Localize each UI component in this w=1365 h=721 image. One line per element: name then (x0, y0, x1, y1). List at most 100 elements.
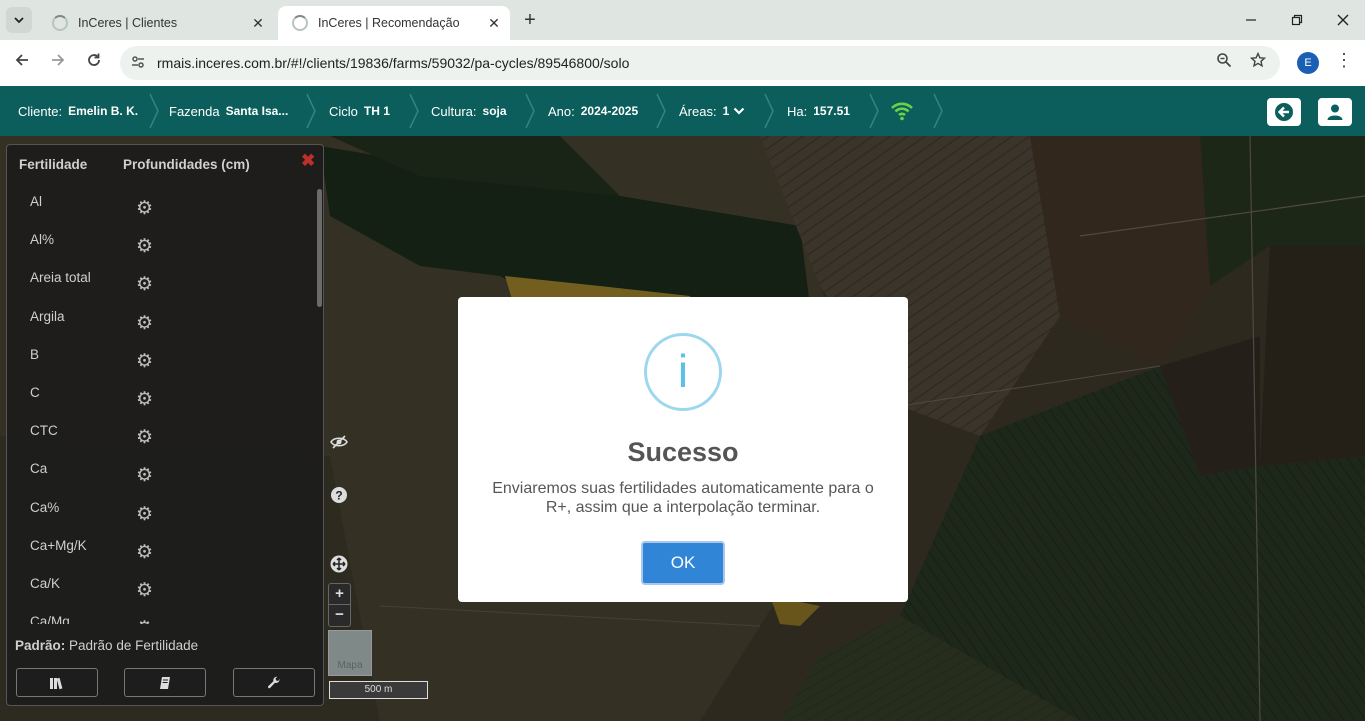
zoom-icon[interactable] (1216, 52, 1232, 73)
breadcrumb-separator (932, 86, 944, 136)
areas-dropdown[interactable]: Áreas: 1 (679, 86, 745, 136)
new-tab-button[interactable]: + (518, 9, 542, 32)
item-label: Ca (30, 461, 48, 477)
pan-button[interactable] (328, 553, 350, 575)
zoom-control: + − (328, 583, 351, 627)
list-item: Ca/K ⚙ (7, 571, 317, 609)
breadcrumb-cliente[interactable]: Cliente: Emelin B. K. (18, 86, 138, 136)
breadcrumb-separator (868, 86, 880, 136)
kebab-menu-icon[interactable]: ⋮ (1335, 50, 1353, 71)
forward-button[interactable] (46, 51, 70, 75)
arrow-left-icon (15, 54, 28, 66)
svg-text:?: ? (335, 489, 342, 503)
back-app-button[interactable] (1267, 98, 1301, 126)
close-tab-icon[interactable]: ✕ (484, 15, 504, 32)
tab-recomendacao[interactable]: InCeres | Recomendação ✕ (278, 6, 510, 40)
browser-tab-strip: InCeres | Clientes ✕ InCeres | Recomenda… (0, 0, 1365, 40)
gear-icon[interactable]: ⚙ (136, 352, 153, 371)
ok-button[interactable]: OK (641, 541, 725, 585)
site-settings-icon[interactable] (130, 54, 146, 73)
breadcrumb-separator (524, 86, 536, 136)
star-icon[interactable] (1249, 51, 1267, 73)
gear-icon[interactable]: ⚙ (136, 505, 153, 524)
tab-title: InCeres | Clientes (78, 16, 178, 30)
panel-scrollbar[interactable] (317, 189, 322, 307)
ha-value: 157.51 (813, 104, 850, 118)
item-label: Al (30, 194, 43, 209)
loading-icon (292, 15, 308, 31)
ano-value: 2024-2025 (580, 104, 639, 118)
eye-slash-icon (330, 435, 348, 449)
padrao-label: Padrão: (15, 638, 66, 653)
profundidades-header: Profundidades (cm) (123, 157, 250, 172)
list-item: B ⚙ (7, 342, 317, 380)
tab-clientes[interactable]: InCeres | Clientes ✕ (38, 6, 274, 40)
address-bar[interactable]: rmais.inceres.com.br/#!/clients/19836/fa… (120, 46, 1280, 80)
list-item: CTC ⚙ (7, 418, 317, 456)
breadcrumb-ciclo[interactable]: Ciclo TH 1 (329, 86, 390, 136)
item-label: Ca/Mg (30, 614, 70, 624)
breadcrumb-cultura[interactable]: Cultura: soja (431, 86, 507, 136)
user-button[interactable] (1318, 98, 1352, 126)
app-header: Cliente: Emelin B. K. Fazenda Santa Isa.… (0, 86, 1365, 136)
breadcrumb-fazenda[interactable]: Fazenda Santa Isa... (169, 86, 288, 136)
item-label: Al% (30, 232, 55, 248)
padrao-text: Padrão: Padrão de Fertilidade (15, 638, 198, 653)
url-text: rmais.inceres.com.br/#!/clients/19836/fa… (157, 55, 630, 71)
profile-avatar[interactable]: E (1297, 52, 1319, 74)
item-label: Ca+Mg/K (30, 537, 87, 553)
layer-label: Mapa (337, 660, 363, 671)
gear-icon[interactable]: ⚙ (136, 314, 153, 333)
user-icon (1327, 104, 1343, 120)
item-label: C (30, 384, 40, 400)
book-button[interactable] (124, 668, 206, 697)
breadcrumb-separator (763, 86, 775, 136)
close-tab-icon[interactable]: ✕ (248, 15, 268, 32)
gear-icon[interactable]: ⚙ (136, 581, 153, 600)
breadcrumb-ano[interactable]: Ano: 2024-2025 (548, 86, 638, 136)
list-item: Ca% ⚙ (7, 495, 317, 533)
base-layer-switcher[interactable]: Mapa (328, 630, 372, 676)
restore-button[interactable] (1274, 0, 1320, 40)
visibility-toggle[interactable] (328, 431, 350, 453)
list-item: Argila ⚙ (7, 304, 317, 342)
gear-icon[interactable]: ⚙ (136, 199, 153, 218)
breadcrumb-ha: Ha: 157.51 (787, 86, 850, 136)
gear-icon[interactable]: ⚙ (136, 543, 153, 562)
back-button[interactable] (10, 51, 34, 75)
restore-icon (1291, 14, 1303, 26)
padrao-value: Padrão de Fertilidade (69, 638, 199, 653)
minimize-button[interactable] (1228, 0, 1274, 40)
item-label: Ca% (30, 499, 60, 515)
cliente-value: Emelin B. K. (68, 104, 139, 118)
wrench-icon (267, 676, 280, 688)
zoom-out-button[interactable]: − (329, 605, 350, 626)
gear-icon[interactable]: ⚙ (136, 619, 153, 624)
fertility-list[interactable]: Al ⚙ Al% ⚙ Areia total ⚙ Argila ⚙ B ⚙ C ⚙ CTC ⚙… (7, 189, 317, 624)
item-label: B (30, 346, 40, 362)
breadcrumb-separator (655, 86, 667, 136)
library-button[interactable] (16, 668, 98, 697)
library-icon (50, 677, 63, 689)
tools-button[interactable] (233, 668, 315, 697)
dialog-message: Enviaremos suas fertilidades automaticam… (492, 480, 874, 516)
question-icon: ? (331, 487, 347, 503)
gear-icon[interactable]: ⚙ (136, 466, 153, 485)
close-panel-icon[interactable]: ✖ (301, 151, 315, 171)
zoom-in-button[interactable]: + (329, 584, 350, 605)
gear-icon[interactable]: ⚙ (136, 275, 153, 294)
gear-icon[interactable]: ⚙ (136, 237, 153, 256)
close-window-button[interactable] (1320, 0, 1365, 40)
help-button[interactable]: ? (328, 484, 350, 506)
gear-icon[interactable]: ⚙ (136, 390, 153, 409)
tab-title: InCeres | Recomendação (318, 16, 460, 30)
list-item: Areia total ⚙ (7, 265, 317, 303)
chevron-down-icon (733, 107, 745, 115)
reload-icon (88, 53, 100, 66)
gear-icon[interactable]: ⚙ (136, 428, 153, 447)
fazenda-label: Fazenda (169, 103, 220, 119)
item-label: CTC (30, 423, 58, 439)
reload-button[interactable] (82, 51, 106, 75)
tab-search-button[interactable] (6, 7, 32, 33)
success-dialog: i Sucesso Enviaremos suas fertilidades a… (458, 297, 908, 602)
